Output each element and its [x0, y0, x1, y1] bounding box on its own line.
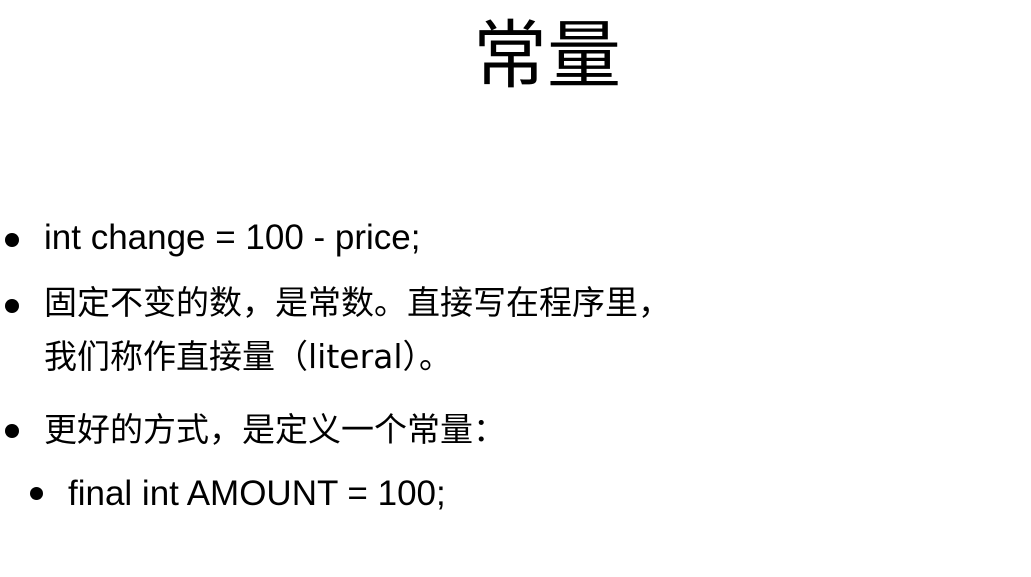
- bullet-text-line-1: 固定不变的数，是常数。直接写在程序里，: [44, 283, 671, 322]
- bullet-dot-icon: [5, 299, 19, 313]
- slide-title: 常量: [473, 13, 621, 99]
- sub-bullet-dot-icon: [30, 487, 43, 500]
- bullet-text: 更好的方式，是定义一个常量：: [44, 410, 506, 449]
- bullet-text: int change = 100 - price;: [44, 218, 421, 257]
- bullet-text: 固定不变的数，是常数。直接写在程序里， 我们称作直接量（literal）。: [44, 276, 671, 384]
- bullet-dot-icon: [5, 424, 19, 438]
- bullet-dot-icon: [5, 233, 19, 247]
- bullet-text-line-2: 我们称作直接量（literal）。: [44, 337, 453, 376]
- sub-bullet-text: final int AMOUNT = 100;: [68, 474, 446, 513]
